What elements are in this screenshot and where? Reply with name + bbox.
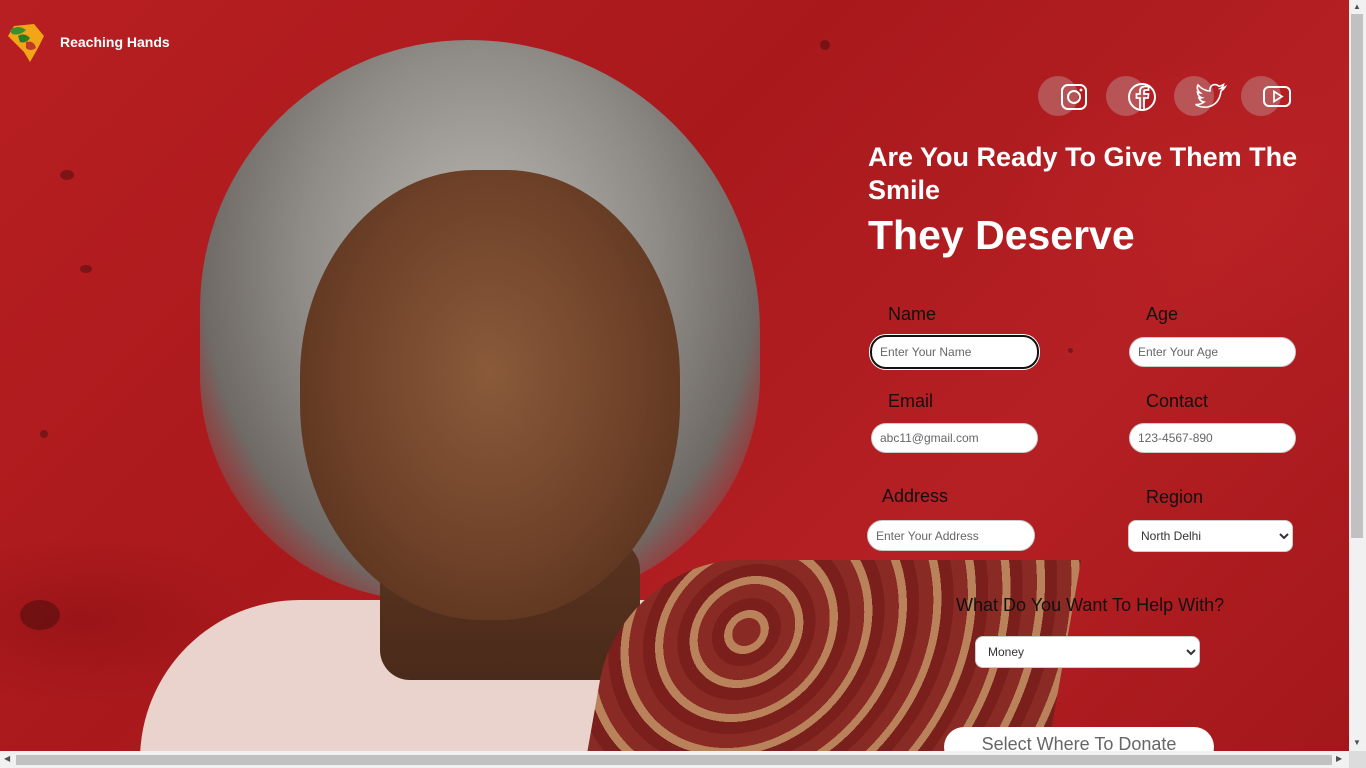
youtube-link[interactable]: [1241, 76, 1291, 116]
vertical-scroll-thumb[interactable]: [1351, 14, 1363, 538]
brand-name[interactable]: Reaching Hands: [60, 34, 170, 50]
instagram-icon: [1061, 84, 1087, 110]
name-label: Name: [888, 304, 937, 324]
name-input[interactable]: [870, 335, 1039, 369]
scroll-right-icon[interactable]: ▶: [1336, 754, 1342, 763]
region-label: Region: [1146, 487, 1204, 507]
horizontal-scrollbar[interactable]: ◀ ▶: [0, 751, 1349, 768]
brand-logo[interactable]: [4, 22, 48, 64]
twitter-link[interactable]: [1174, 76, 1228, 116]
age-input[interactable]: [1129, 337, 1296, 367]
horizontal-scroll-thumb[interactable]: [16, 755, 1332, 765]
headline-line-2: They Deserve: [868, 212, 1135, 258]
vertical-scrollbar[interactable]: ▲ ▼: [1349, 0, 1366, 751]
twitter-icon: [1195, 82, 1228, 109]
scroll-down-icon[interactable]: ▼: [1353, 738, 1361, 747]
contact-label: Contact: [1146, 391, 1209, 411]
portrait-face: [300, 170, 680, 620]
headline-line-1: Are You Ready To Give Them The Smile: [868, 142, 1298, 205]
contact-input[interactable]: [1129, 423, 1296, 453]
instagram-link[interactable]: [1038, 76, 1087, 116]
age-label: Age: [1146, 304, 1179, 324]
email-label: Email: [888, 391, 934, 411]
address-label: Address: [882, 486, 949, 506]
scroll-up-icon[interactable]: ▲: [1353, 2, 1361, 11]
region-select[interactable]: North Delhi: [1128, 520, 1293, 552]
address-input[interactable]: [867, 520, 1035, 551]
help-label: What Do You Want To Help With?: [956, 595, 1225, 615]
facebook-link[interactable]: [1106, 76, 1156, 116]
scroll-left-icon[interactable]: ◀: [4, 754, 10, 763]
facebook-icon: [1128, 83, 1156, 111]
scrollbar-corner: [1349, 751, 1366, 768]
youtube-icon: [1263, 86, 1291, 107]
help-select[interactable]: Money: [975, 636, 1200, 668]
email-input[interactable]: [871, 423, 1038, 453]
